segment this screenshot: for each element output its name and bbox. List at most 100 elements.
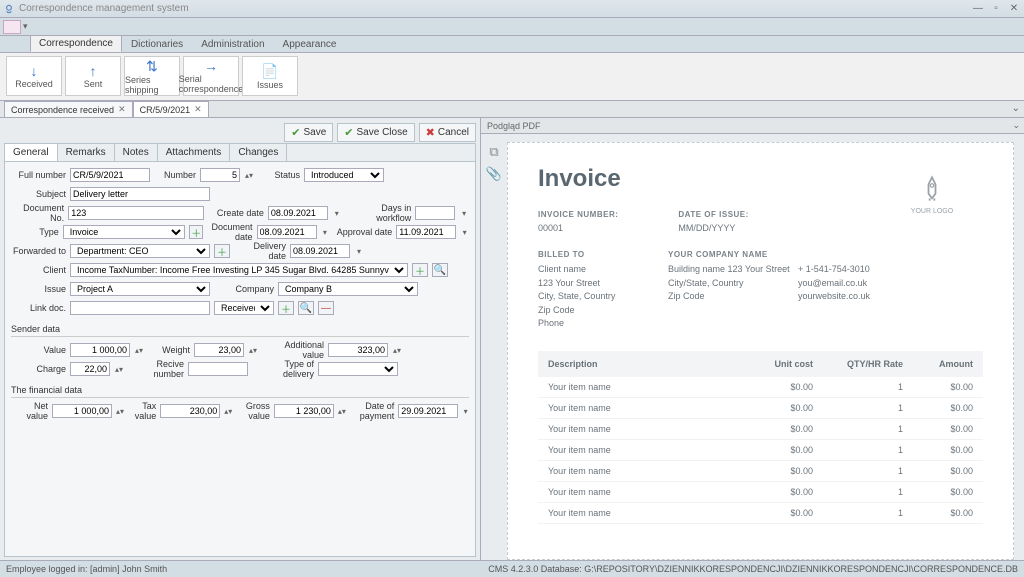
fwd-label: Forwarded to [11, 246, 66, 256]
add-client-button[interactable]: ＋ [412, 263, 428, 277]
full-number-label: Full number [11, 170, 66, 180]
remove-link-button[interactable]: — [318, 301, 334, 315]
invoice-row: Your item name$0.001$0.00 [538, 377, 983, 398]
issue-select[interactable]: Project A [70, 282, 210, 296]
charge-input[interactable] [70, 362, 110, 376]
type-select[interactable]: Invoice [63, 225, 185, 239]
col-desc: Description [548, 359, 743, 369]
spinner-icon[interactable]: ▴▾ [224, 407, 232, 416]
status-select[interactable]: Introduced [304, 168, 384, 182]
client-select[interactable]: Income TaxNumber: Income Free Investing … [70, 263, 408, 277]
close-icon[interactable]: ✕ [1007, 3, 1021, 14]
ribbon-btn-issues[interactable]: 📄Issues [242, 56, 298, 96]
ribbon-tab-appearance[interactable]: Appearance [274, 36, 346, 52]
invoice-row: Your item name$0.001$0.00 [538, 461, 983, 482]
expand-collapse-icon[interactable]: ⌄ [1012, 120, 1020, 131]
company-select[interactable]: Company B [278, 282, 418, 296]
titlebar: Correspondence management system — ▫ ✕ [0, 0, 1024, 18]
expand-collapse-icon[interactable]: ⌄ [1012, 103, 1020, 114]
cancel-button[interactable]: ✖Cancel [419, 123, 476, 142]
save-close-button[interactable]: ✔Save Close [337, 123, 414, 142]
company-label: Company [214, 284, 274, 294]
invoice-row: Your item name$0.001$0.00 [538, 398, 983, 419]
add-fwd-button[interactable]: ＋ [214, 244, 230, 258]
ribbon-btn-series-shipping[interactable]: ⇅Series shipping [124, 56, 180, 96]
dropdown-icon[interactable]: ▾ [460, 228, 469, 237]
spinner-icon[interactable]: ▴▾ [116, 407, 124, 416]
form-tab-remarks[interactable]: Remarks [58, 144, 115, 161]
dop-label: Date of payment [350, 401, 394, 421]
ribbon-icon: ↑ [90, 63, 97, 79]
spinner-icon[interactable]: ▴▾ [244, 171, 254, 180]
spinner-icon[interactable]: ▴▾ [248, 346, 258, 355]
attachment-icon[interactable]: 📎 [486, 166, 502, 182]
dop-input[interactable] [398, 404, 458, 418]
tod-select[interactable] [318, 362, 398, 376]
form-tab-general[interactable]: General [5, 144, 58, 161]
minimize-icon[interactable]: — [971, 3, 985, 14]
search-client-button[interactable]: 🔍 [432, 263, 448, 277]
ribbon-icon: ⇅ [146, 58, 158, 75]
value-input[interactable] [70, 343, 130, 357]
maximize-icon[interactable]: ▫ [989, 3, 1003, 14]
delivery-date-input[interactable] [290, 244, 350, 258]
doc-date-input[interactable] [257, 225, 317, 239]
doc-tab-cr-5-9-2021[interactable]: CR/5/9/2021 ✕ [133, 101, 209, 117]
pdf-page: Invoice YOUR LOGO INVOICE NUMBER:00001 D… [507, 142, 1014, 560]
create-date-input[interactable] [268, 206, 328, 220]
ribbon-btn-received[interactable]: ↓Received [6, 56, 62, 96]
doc-tab-label: CR/5/9/2021 [140, 105, 191, 115]
dropdown-icon[interactable]: ▾ [459, 209, 469, 218]
add-type-button[interactable]: ＋ [189, 225, 203, 239]
copy-icon[interactable]: ⧉ [489, 144, 498, 160]
net-input[interactable] [52, 404, 112, 418]
ribbon-tab-correspondence[interactable]: Correspondence [30, 35, 122, 52]
spinner-icon[interactable]: ▴▾ [114, 365, 124, 374]
approval-label: Approval date [333, 227, 392, 237]
docno-input[interactable] [68, 206, 204, 220]
spinner-icon[interactable]: ▴▾ [134, 346, 144, 355]
ribbon-tab-dictionaries[interactable]: Dictionaries [122, 36, 192, 52]
ribbon-tab-administration[interactable]: Administration [192, 36, 273, 52]
dropdown-icon[interactable]: ▾ [462, 407, 469, 416]
close-tab-icon[interactable]: ✕ [118, 104, 126, 115]
ribbon-btn-sent[interactable]: ↑Sent [65, 56, 121, 96]
received-select[interactable]: Received [214, 301, 274, 315]
subject-input[interactable] [70, 187, 210, 201]
qat-app-button[interactable] [3, 20, 21, 34]
linkdoc-input[interactable] [70, 301, 210, 315]
form-tab-changes[interactable]: Changes [230, 144, 287, 161]
billed-to-text: Client name 123 Your Street City, State,… [538, 263, 668, 331]
form-tab-notes[interactable]: Notes [115, 144, 158, 161]
approval-input[interactable] [396, 225, 456, 239]
number-input[interactable] [200, 168, 240, 182]
invoice-row: Your item name$0.001$0.00 [538, 440, 983, 461]
form-tab-attachments[interactable]: Attachments [158, 144, 231, 161]
form-pane: ✔Save ✔Save Close ✖Cancel General Remark… [0, 118, 480, 560]
tax-input[interactable] [160, 404, 220, 418]
full-number-input[interactable] [70, 168, 150, 182]
dropdown-icon[interactable]: ▾ [354, 247, 364, 256]
days-input[interactable] [415, 206, 455, 220]
close-tab-icon[interactable]: ✕ [194, 104, 202, 115]
weight-label: Weight [148, 345, 190, 355]
qat-dropdown-icon[interactable]: ▾ [23, 21, 28, 32]
add-link-button[interactable]: ＋ [278, 301, 294, 315]
fwd-select[interactable]: Department: CEO [70, 244, 210, 258]
dropdown-icon[interactable]: ▾ [321, 228, 330, 237]
recv-number-input[interactable] [188, 362, 248, 376]
action-bar: ✔Save ✔Save Close ✖Cancel [4, 121, 476, 143]
window-title: Correspondence management system [19, 3, 971, 14]
ribbon-btn-serial-correspondence[interactable]: →Serial correspondence [183, 56, 239, 96]
spinner-icon[interactable]: ▴▾ [338, 407, 346, 416]
gross-input[interactable] [274, 404, 334, 418]
docno-label: Document No. [11, 203, 64, 223]
search-link-button[interactable]: 🔍 [298, 301, 314, 315]
doc-tab-correspondence-received[interactable]: Correspondence received ✕ [4, 101, 133, 117]
add-value-input[interactable] [328, 343, 388, 357]
spinner-icon[interactable]: ▴▾ [392, 346, 402, 355]
dropdown-icon[interactable]: ▾ [332, 209, 342, 218]
ribbon-btn-label: Serial correspondence [179, 74, 244, 94]
save-button[interactable]: ✔Save [284, 123, 333, 142]
weight-input[interactable] [194, 343, 244, 357]
